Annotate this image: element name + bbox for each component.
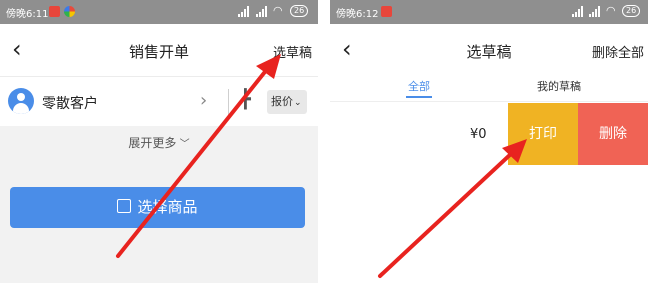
page-title: 销售开单	[128, 43, 189, 61]
select-goods-label: 选择商品	[137, 198, 198, 216]
sales-order-screen: 傍晚6:11 ◠ 26 ‹ 销售开单 选草稿 零散客户 › ┣ 报价⌄ 展开更多…	[0, 0, 318, 283]
chevron-right-icon: ›	[200, 90, 208, 111]
draft-item[interactable]: ¥0 打印 删除	[330, 103, 648, 165]
notification-icon	[49, 6, 60, 17]
delete-all-button[interactable]: 删除全部	[592, 42, 644, 61]
notification-icon	[381, 6, 392, 17]
status-bar: 傍晚6:12 ◠ 26	[330, 0, 648, 24]
tab-all-label: 全部	[408, 80, 430, 93]
draft-tabs: 全部 我的草稿	[330, 76, 648, 102]
signal-icon	[572, 6, 584, 17]
goods-icon	[117, 199, 132, 213]
nav-bar: ‹ 销售开单 选草稿	[0, 24, 318, 76]
signal-icon	[238, 6, 250, 17]
wifi-icon: ◠	[273, 4, 283, 17]
signal-icon-2	[256, 6, 268, 17]
battery-icon: 26	[290, 5, 309, 17]
status-time: 傍晚6:12	[336, 9, 379, 20]
quote-select[interactable]: 报价⌄	[267, 90, 307, 114]
expand-more-toggle[interactable]: 展开更多 ﹀	[0, 134, 318, 156]
status-bar: 傍晚6:11 ◠ 26	[0, 0, 318, 24]
tab-active-indicator	[406, 96, 432, 98]
print-button[interactable]: 打印	[508, 103, 578, 165]
select-draft-screen: 傍晚6:12 ◠ 26 ‹ 选草稿 删除全部 全部 我的草稿 ¥0 打印 删除	[330, 0, 648, 283]
customer-name: 零散客户	[42, 96, 98, 112]
divider	[228, 89, 229, 115]
battery-icon: 26	[622, 5, 641, 17]
select-goods-button[interactable]: 选择商品	[10, 187, 305, 228]
delete-button[interactable]: 删除	[578, 103, 648, 165]
wifi-icon: ◠	[606, 4, 616, 17]
app-notification-icon	[64, 6, 75, 17]
signal-icon-2	[589, 6, 601, 17]
screen-divider	[318, 0, 330, 283]
nav-bar: ‹ 选草稿 删除全部	[330, 24, 648, 76]
quote-label: 报价	[271, 95, 293, 108]
status-time: 傍晚6:11	[6, 9, 49, 20]
draft-amount: ¥0	[470, 127, 487, 142]
expand-more-label: 展开更多	[128, 136, 177, 150]
select-draft-button[interactable]: 选草稿	[273, 42, 312, 61]
partial-icon: ┣	[240, 89, 251, 110]
chevron-down-icon: ﹀	[176, 139, 190, 150]
person-avatar-icon	[8, 88, 34, 114]
tab-my-drafts[interactable]: 我的草稿	[537, 78, 581, 94]
customer-row[interactable]: 零散客户 › ┣ 报价⌄	[0, 76, 318, 126]
chevron-down-icon: ⌄	[294, 98, 302, 108]
tab-all[interactable]: 全部	[406, 78, 432, 98]
